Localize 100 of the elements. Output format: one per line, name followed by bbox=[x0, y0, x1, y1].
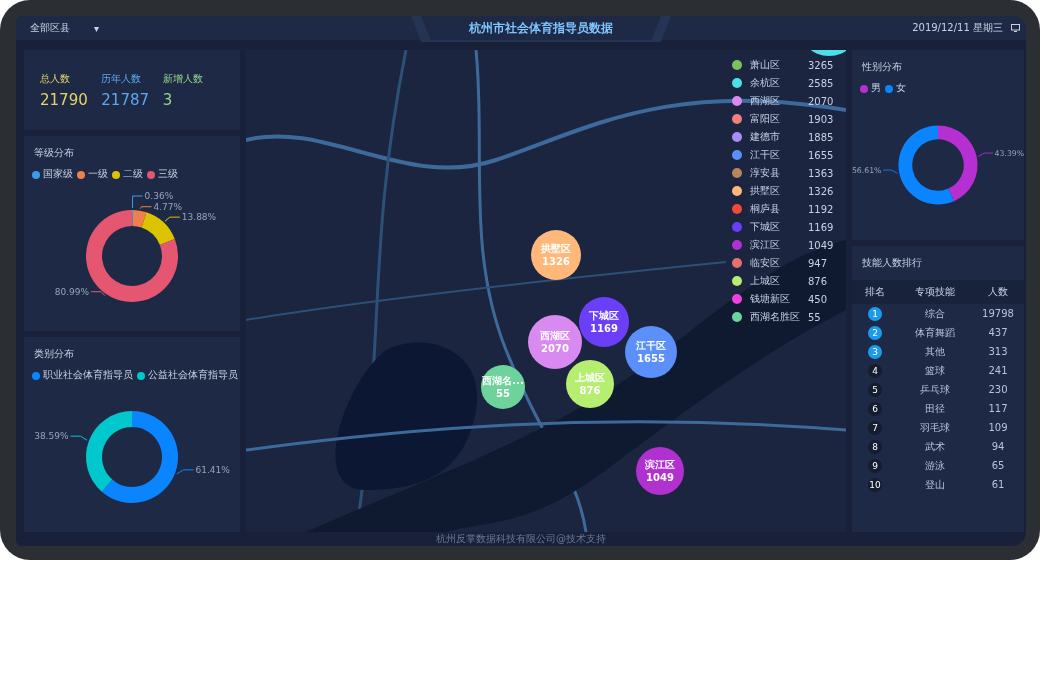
bubble-value: 1169 bbox=[590, 322, 618, 335]
skill-name: 篮球 bbox=[924, 363, 946, 378]
skill-name: 羽毛球 bbox=[919, 420, 951, 435]
bubble-value: 876 bbox=[579, 384, 601, 397]
district-name: 萧山区 bbox=[750, 58, 781, 72]
percent-label: 4.77% bbox=[153, 201, 183, 212]
district-name: 余杭区 bbox=[750, 76, 781, 90]
percent-label: 13.88% bbox=[181, 212, 217, 223]
skill-name: 登山 bbox=[924, 477, 946, 492]
bubble-label: 滨江区 bbox=[645, 458, 675, 471]
bubble-label: 西湖区 bbox=[540, 329, 570, 342]
leader-line bbox=[90, 291, 106, 297]
percent-label: 38.59% bbox=[34, 431, 69, 442]
skill-name: 游泳 bbox=[924, 458, 946, 473]
rank-badge: 3 bbox=[868, 344, 882, 359]
percent-label: 56.61% bbox=[852, 165, 882, 175]
panel-title: 技能人数排行 bbox=[861, 256, 923, 270]
district-count: 1326 bbox=[808, 185, 834, 197]
district-name: 钱塘新区 bbox=[750, 292, 791, 306]
skill-count: 65 bbox=[990, 460, 1006, 471]
leader-line bbox=[977, 152, 994, 157]
rank-badge: 9 bbox=[868, 458, 882, 473]
rank-badge: 2 bbox=[868, 325, 882, 340]
leader-line bbox=[176, 469, 194, 475]
date-text: 2019/12/11 星期三 bbox=[912, 21, 1003, 35]
percent-label: 61.41% bbox=[195, 464, 230, 475]
skill-count: 313 bbox=[987, 346, 1009, 357]
district-count: 450 bbox=[808, 293, 828, 305]
legend-label: 三级 bbox=[158, 168, 178, 181]
skill-count: 230 bbox=[987, 384, 1009, 395]
district-name: 富阳区 bbox=[750, 112, 781, 126]
district-count: 947 bbox=[808, 257, 828, 269]
legend-label: 男 bbox=[871, 82, 881, 95]
skill-name: 综合 bbox=[924, 306, 946, 321]
skill-count: 61 bbox=[990, 479, 1006, 490]
district-name: 淳安县 bbox=[750, 166, 781, 180]
panel-title: 性别分布 bbox=[861, 60, 903, 74]
monitor-icon[interactable] bbox=[1011, 24, 1020, 32]
district-name: 建德市 bbox=[750, 130, 781, 144]
legend-label: 一级 bbox=[88, 168, 108, 181]
district-dropdown[interactable]: 全部区县 ▾ bbox=[30, 21, 100, 35]
skill-count: 437 bbox=[987, 327, 1009, 338]
rank-badge: 8 bbox=[868, 439, 882, 454]
skill-count: 109 bbox=[987, 422, 1009, 433]
district-count: 876 bbox=[808, 275, 828, 287]
rank-badge: 6 bbox=[868, 401, 882, 416]
bubble-label: 下城区 bbox=[589, 309, 619, 322]
rank-badge: 10 bbox=[868, 477, 882, 492]
column-header: 专项技能 bbox=[914, 285, 956, 299]
district-count: 2585 bbox=[808, 77, 834, 89]
panel-title: 等级分布 bbox=[33, 146, 75, 160]
legend-label: 职业社会体育指导员 bbox=[43, 369, 133, 382]
rank-badge: 1 bbox=[868, 306, 882, 321]
skill-count: 117 bbox=[987, 403, 1009, 414]
district-name: 滨江区 bbox=[750, 238, 781, 252]
skill-name: 田径 bbox=[924, 401, 946, 416]
percent-label: 43.39% bbox=[994, 148, 1024, 158]
district-count: 55 bbox=[808, 311, 821, 323]
district-count: 3265 bbox=[808, 59, 834, 71]
legend-label: 国家级 bbox=[43, 168, 73, 181]
bubble-label: 上城区 bbox=[575, 371, 605, 384]
district-count: 1903 bbox=[808, 113, 834, 125]
rank-badge: 4 bbox=[868, 363, 882, 378]
bubble-label: 江干区 bbox=[636, 339, 666, 352]
district-count: 1655 bbox=[808, 149, 834, 161]
district-name: 上城区 bbox=[750, 274, 781, 288]
stat-value: 3 bbox=[162, 90, 174, 109]
panel-title: 类别分布 bbox=[33, 347, 75, 361]
legend-label: 女 bbox=[896, 82, 906, 95]
bubble-value: 55 bbox=[496, 387, 510, 400]
district-name: 下城区 bbox=[750, 220, 781, 234]
bubble-value: 1049 bbox=[646, 471, 674, 484]
skill-name: 体育舞蹈 bbox=[914, 325, 956, 340]
district-name: 拱墅区 bbox=[750, 184, 781, 198]
district-count: 1049 bbox=[808, 239, 834, 251]
rank-badge: 5 bbox=[868, 382, 882, 397]
dashboard-title: 杭州市社会体育指导员数据 bbox=[421, 16, 661, 40]
legend-label: 二级 bbox=[123, 168, 143, 181]
district-name: 江干区 bbox=[750, 148, 781, 162]
legend-label: 公益社会体育指导员 bbox=[148, 369, 238, 382]
footer-credit: 杭州反掌数据科技有限公司@技术支持 bbox=[435, 532, 607, 546]
skill-name: 武术 bbox=[924, 439, 946, 454]
skill-name: 其他 bbox=[924, 344, 946, 359]
skill-count: 94 bbox=[990, 441, 1006, 452]
bubble-value: 1655 bbox=[637, 352, 665, 365]
district-count: 1885 bbox=[808, 131, 834, 143]
district-count: 1169 bbox=[808, 221, 834, 233]
district-count: 2070 bbox=[808, 95, 834, 107]
stat-label: 总人数 bbox=[40, 71, 71, 86]
district-name: 桐庐县 bbox=[750, 202, 781, 216]
skill-name: 乒乓球 bbox=[919, 382, 951, 397]
bubble-value: 2070 bbox=[541, 342, 569, 355]
stat-value: 21790 bbox=[40, 90, 89, 109]
leader-line bbox=[882, 169, 899, 174]
rank-badge: 7 bbox=[868, 420, 882, 435]
district-count: 1192 bbox=[808, 203, 834, 215]
district-name: 临安区 bbox=[750, 256, 781, 270]
skill-count: 241 bbox=[987, 365, 1009, 376]
skill-count: 19798 bbox=[981, 308, 1015, 319]
district-name: 西湖名胜区 bbox=[750, 310, 801, 324]
